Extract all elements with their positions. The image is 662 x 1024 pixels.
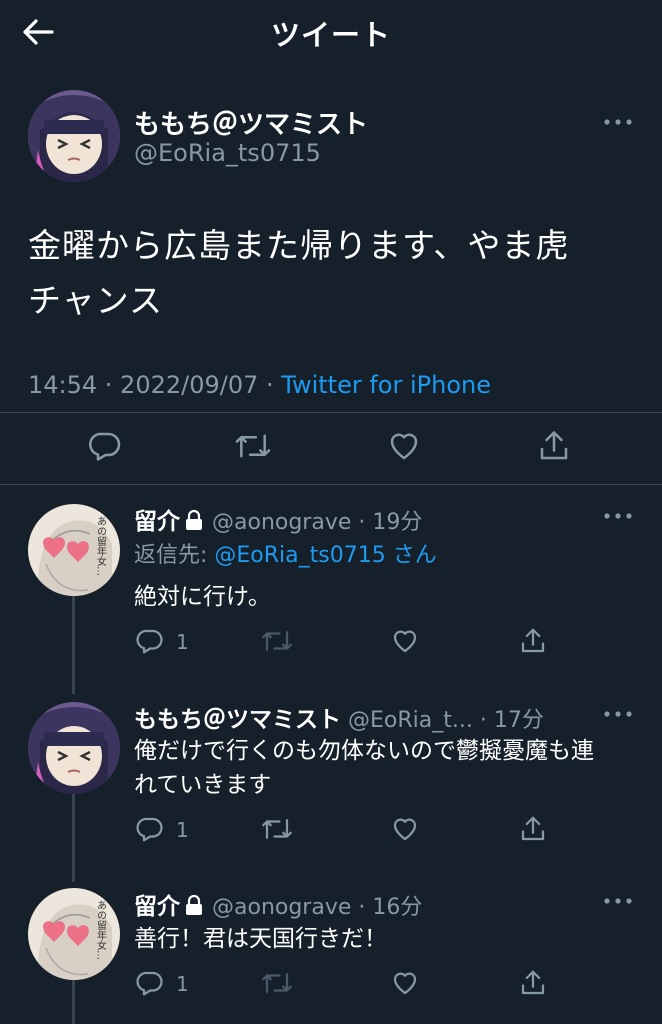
tweet-text: 金曜から広島また帰ります、やま虎 チャンス xyxy=(28,226,570,320)
avatar[interactable]: あの留年女… xyxy=(28,504,120,596)
reply-header: ももち＠ツマミスト @EoRia_t... · 17分 xyxy=(134,707,544,733)
reply-text: 善行！君は天国行きだ！ xyxy=(134,926,387,952)
author-handle[interactable]: @aonograve xyxy=(212,895,351,920)
like-button[interactable] xyxy=(386,428,418,460)
svg-text:あの留年女…: あの留年女… xyxy=(95,900,107,960)
thread-line xyxy=(72,980,75,1024)
share-icon xyxy=(521,816,545,841)
more-icon[interactable] xyxy=(603,709,633,719)
like-button[interactable] xyxy=(390,626,422,658)
share-icon xyxy=(540,431,568,460)
reply-count: 1 xyxy=(176,818,189,842)
reply-button[interactable] xyxy=(134,968,166,1000)
author-handle[interactable]: @EoRia_ts0715 xyxy=(134,139,321,167)
retweet-button[interactable] xyxy=(260,626,292,658)
like-button[interactable] xyxy=(390,814,422,846)
author-handle[interactable]: @aonograve xyxy=(212,510,351,535)
author-name[interactable]: ももち＠ツマミスト xyxy=(134,707,341,733)
reply-count: 1 xyxy=(176,630,189,654)
reply-button[interactable] xyxy=(134,626,166,658)
more-icon[interactable] xyxy=(603,896,633,906)
thread-line xyxy=(72,596,75,694)
divider xyxy=(0,412,662,413)
reply-icon xyxy=(136,971,163,996)
like-icon xyxy=(390,433,418,460)
reply-text: 絶対に行け。 xyxy=(134,584,271,610)
like-icon xyxy=(393,630,417,653)
avatar[interactable]: あの留年女… xyxy=(28,888,120,980)
share-icon xyxy=(521,628,545,653)
lock-icon xyxy=(186,509,202,530)
share-button[interactable] xyxy=(518,968,550,1000)
reply-to: 返信先: @EoRia_ts0715 さん xyxy=(134,543,437,568)
svg-text:あの留年女…: あの留年女… xyxy=(95,516,107,576)
author-handle[interactable]: @EoRia_t... xyxy=(348,708,473,733)
author-name[interactable]: 留介 xyxy=(134,509,180,535)
retweet-icon xyxy=(262,631,292,651)
reply-text: 俺だけで行くのも勿体ないので鬱擬憂魔も連 れていきます xyxy=(134,738,594,798)
page-title: ツイート xyxy=(270,18,391,52)
like-icon xyxy=(393,818,417,841)
mention-link[interactable]: @EoRia_ts0715 xyxy=(214,543,385,568)
reply-icon xyxy=(136,817,163,842)
more-icon[interactable] xyxy=(603,117,633,127)
like-icon xyxy=(393,972,417,995)
avatar[interactable] xyxy=(28,702,120,794)
reply-count: 1 xyxy=(176,972,189,996)
divider xyxy=(0,484,662,485)
share-button[interactable] xyxy=(518,626,550,658)
lock-icon xyxy=(186,894,202,915)
share-icon xyxy=(521,970,545,995)
reply-icon xyxy=(89,432,121,461)
source-link[interactable]: Twitter for iPhone xyxy=(281,371,491,399)
retweet-icon xyxy=(235,434,271,458)
reply-header: 留介 @aonograve · 16分 xyxy=(134,894,423,920)
reply-icon xyxy=(136,629,163,654)
tweet-timestamp: 14:54 · 2022/09/07 · Twitter for iPhone xyxy=(28,371,491,399)
thread-line xyxy=(72,792,75,882)
retweet-button[interactable] xyxy=(260,814,292,846)
author-name[interactable]: 留介 xyxy=(134,894,180,920)
retweet-button[interactable] xyxy=(234,428,271,460)
tweet-time[interactable]: 17分 xyxy=(494,708,544,733)
reply-button[interactable] xyxy=(86,428,121,461)
tweet-time[interactable]: 19分 xyxy=(372,510,422,535)
like-button[interactable] xyxy=(390,968,422,1000)
avatar[interactable] xyxy=(28,90,120,182)
tweet-time[interactable]: 16分 xyxy=(372,895,422,920)
more-icon[interactable] xyxy=(603,511,633,521)
retweet-icon xyxy=(262,973,292,993)
author-name[interactable]: ももち＠ツマミスト xyxy=(134,104,368,141)
retweet-icon xyxy=(262,819,292,839)
retweet-button[interactable] xyxy=(260,968,292,1000)
reply-button[interactable] xyxy=(134,814,166,846)
share-button[interactable] xyxy=(518,814,550,846)
share-button[interactable] xyxy=(536,428,568,460)
reply-header: 留介 @aonograve · 19分 xyxy=(134,509,423,535)
